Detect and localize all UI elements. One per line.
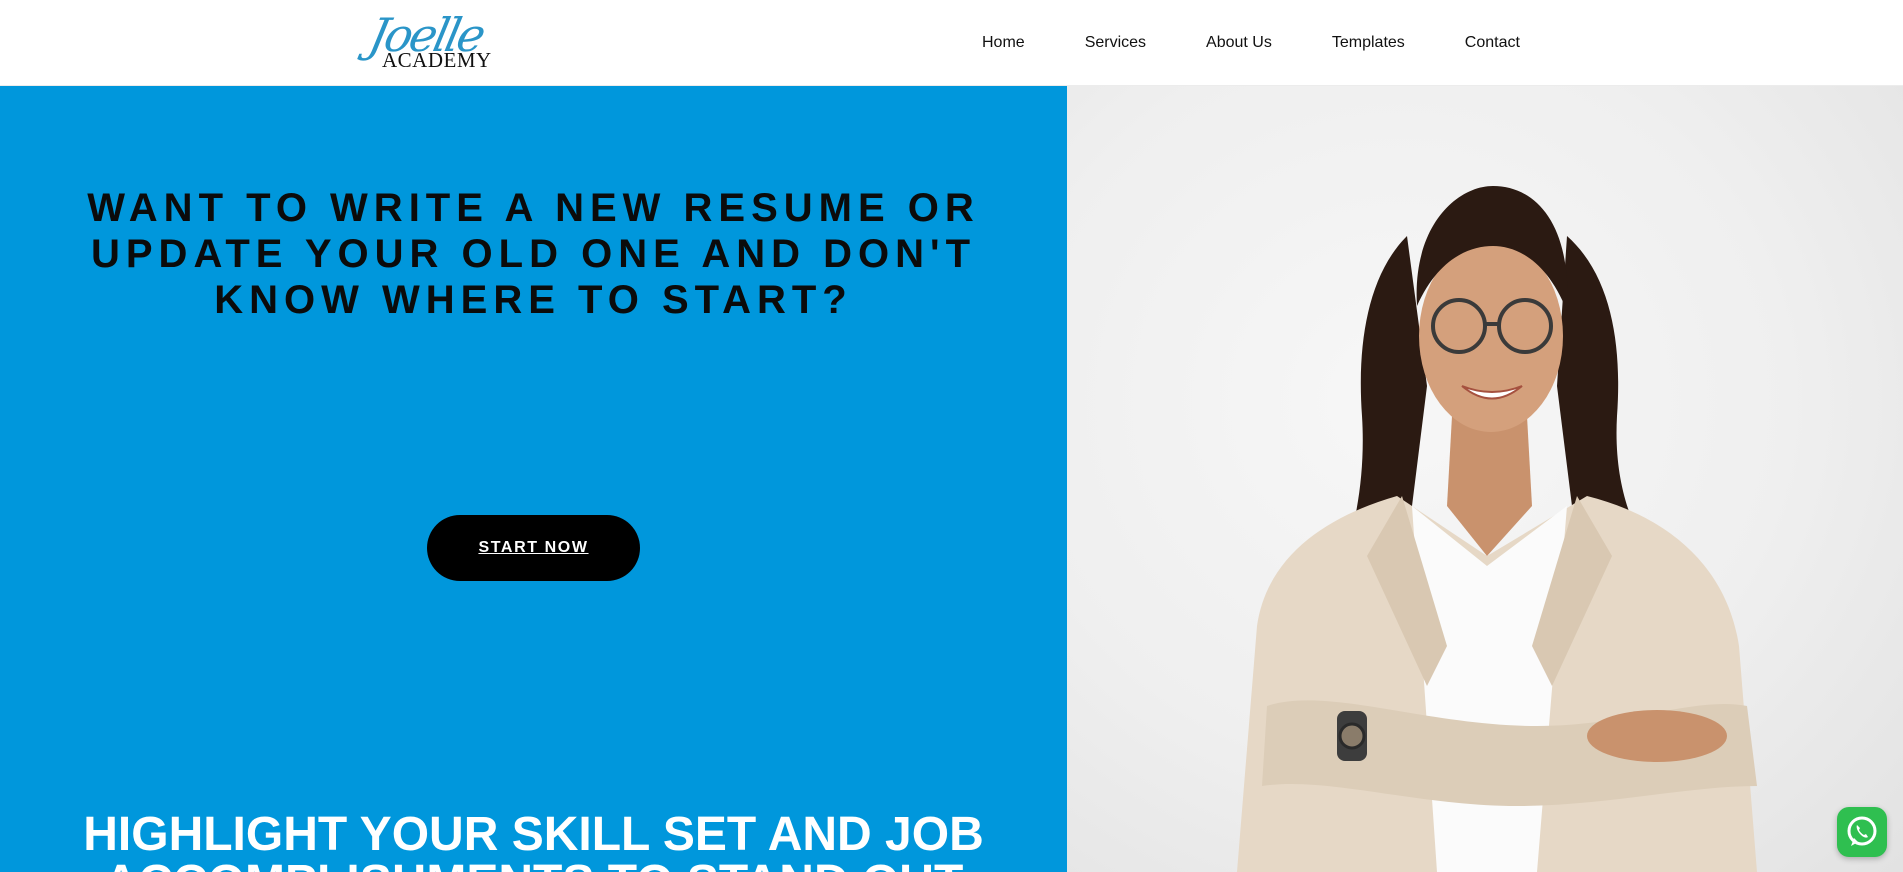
whatsapp-icon xyxy=(1847,816,1877,846)
logo-academy-text: ACADEMY xyxy=(382,48,492,72)
nav-services[interactable]: Services xyxy=(1085,34,1146,52)
nav-about-us[interactable]: About Us xyxy=(1206,34,1272,52)
nav-contact[interactable]: Contact xyxy=(1465,34,1520,52)
start-now-button[interactable]: START NOW xyxy=(427,515,640,581)
site-logo[interactable]: Joelle ACADEMY xyxy=(364,8,491,74)
woman-portrait-image xyxy=(1237,186,1757,872)
hero-text-panel: WANT TO WRITE A NEW RESUME OR UPDATE YOU… xyxy=(0,86,1067,872)
hero-photo-panel xyxy=(1067,86,1903,872)
site-header: Joelle ACADEMY Home Services About Us Te… xyxy=(0,0,1903,86)
hero-question-heading: WANT TO WRITE A NEW RESUME OR UPDATE YOU… xyxy=(87,185,980,322)
nav-home[interactable]: Home xyxy=(982,34,1025,52)
main-nav: Home Services About Us Templates Contact xyxy=(952,30,1550,56)
hero-highlight-heading: HIGHLIGHT YOUR SKILL SET AND JOB ACCOMPL… xyxy=(83,807,984,872)
nav-templates[interactable]: Templates xyxy=(1332,34,1405,52)
whatsapp-chat-button[interactable] xyxy=(1837,807,1887,857)
